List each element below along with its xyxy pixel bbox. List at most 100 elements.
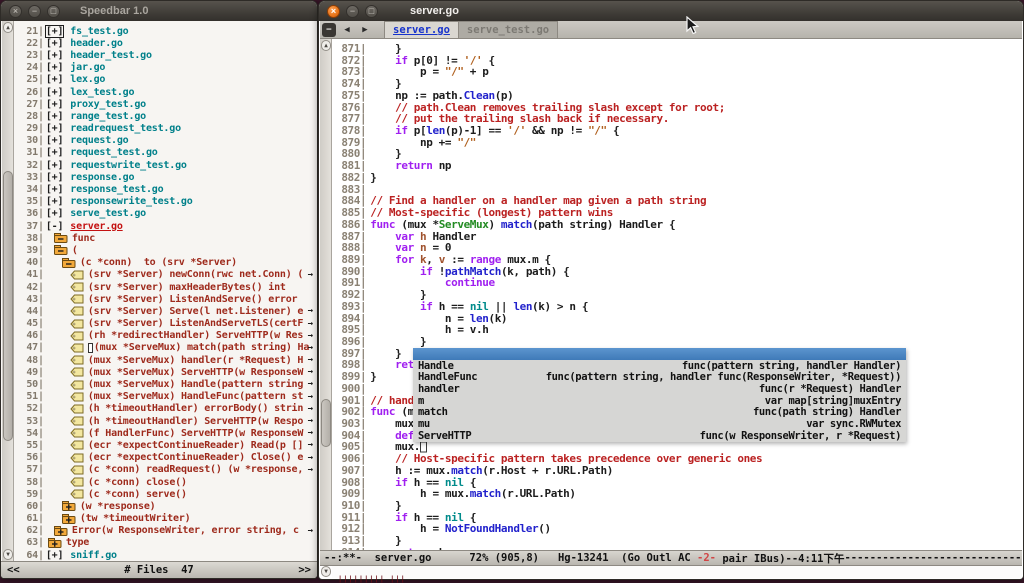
closed-folder-icon[interactable] [48,538,62,548]
speedbar-tag-label[interactable]: (h *timeoutHandler) errorBody() strin [88,403,303,414]
speedbar-row[interactable]: 38|func [16,232,314,244]
speedbar-row[interactable]: 55|(ecr *expectContinueReader) Read(p []… [16,439,314,451]
expand-icon[interactable]: [+] [46,550,66,561]
speedbar-file-label[interactable]: header_test.go [70,50,152,61]
speedbar-row[interactable]: 63|type [16,537,314,549]
expand-icon[interactable]: [+] [46,208,66,219]
speedbar-tag-label[interactable]: (mux *ServeMux) ServeHTTP(w ResponseW [88,367,303,378]
speedbar-row[interactable]: 45|(srv *Server) ListenAndServeTLS(certF… [16,318,314,330]
speedbar-row[interactable]: 56|(ecr *expectContinueReader) Close() e… [16,452,314,464]
code-line[interactable]: 873| p = "/" + p [333,66,1022,78]
open-folder-icon[interactable] [54,245,68,255]
speedbar-file-label[interactable]: fs_test.go [70,26,128,37]
speedbar-row[interactable]: 46|(rh *redirectHandler) ServeHTTP(w Res… [16,330,314,342]
speedbar-row[interactable]: 41|(srv *Server) newConn(rwc net.Conn) (… [16,269,314,281]
code-line[interactable]: 886|func (mux *ServeMux) match(path stri… [333,219,1022,231]
tag-icon[interactable] [70,282,84,292]
popup-candidate-row[interactable]: mvar map[string]muxEntry [413,395,906,407]
popup-candidate-row[interactable]: handlerfunc(r *Request) Handler [413,383,906,395]
code-line[interactable]: 889| for k, v := range mux.m { [333,254,1022,266]
speedbar-row[interactable]: 24|[+]jar.go [16,62,314,74]
code-line[interactable]: 907| h := mux.match(r.Host + r.URL.Path) [333,465,1022,477]
code-line[interactable]: 910| } [333,500,1022,512]
expand-icon[interactable]: [+] [46,50,66,61]
expand-icon[interactable]: [+] [46,38,66,49]
tab-scroll-right-icon[interactable]: ▶ [358,23,372,37]
speedbar-tag-label[interactable]: (srv *Server) maxHeaderBytes() int [88,282,286,293]
speedbar-row[interactable]: 40|(c *conn) to (srv *Server) [16,257,314,269]
speedbar-tag-label[interactable]: (c *conn) readRequest() (w *response, [88,464,303,475]
speedbar-row[interactable]: 53|(h *timeoutHandler) ServeHTTP(w Respo… [16,415,314,427]
tag-icon[interactable] [70,367,84,377]
speedbar-row[interactable]: 29|[+]readrequest_test.go [16,123,314,135]
speedbar-tag-label[interactable]: type [66,537,89,548]
scroll-down-icon[interactable]: ▼ [321,566,331,577]
speedbar-row[interactable]: 34|[+]response_test.go [16,183,314,195]
tag-icon[interactable] [70,380,84,390]
speedbar-row[interactable]: 47|(mux *ServeMux) match(path string) Ha… [16,342,314,354]
speedbar-row[interactable]: 54|(f HandlerFunc) ServeHTTP(w ResponseW… [16,427,314,439]
editor-titlebar[interactable]: × − □ server.go [319,1,1023,21]
speedbar-file-label[interactable]: requestwrite_test.go [70,160,186,171]
speedbar-row[interactable]: 52|(h *timeoutHandler) errorBody() strin… [16,403,314,415]
speedbar-row[interactable]: 32|[+]requestwrite_test.go [16,159,314,171]
tag-icon[interactable] [70,343,84,353]
scroll-up-icon[interactable]: ▲ [321,40,331,51]
expand-icon[interactable]: [+] [46,196,66,207]
tag-icon[interactable] [70,355,84,365]
tag-icon[interactable] [70,465,84,475]
close-icon[interactable]: × [9,5,22,18]
speedbar-row[interactable]: 49|(mux *ServeMux) ServeHTTP(w ResponseW… [16,366,314,378]
speedbar-file-label[interactable]: request.go [70,135,128,146]
speedbar-row[interactable]: 51|(mux *ServeMux) HandleFunc(pattern st… [16,391,314,403]
tag-icon[interactable] [70,489,84,499]
speedbar-row[interactable]: 28|[+]range_test.go [16,110,314,122]
popup-selected-row[interactable] [413,348,906,360]
expand-icon[interactable]: [+] [46,62,66,73]
speedbar-row[interactable]: 21|[+]fs_test.go [16,25,314,37]
code-line[interactable]: 912| h = NotFoundHandler() [333,523,1022,535]
speedbar-row[interactable]: 33|[+]response.go [16,171,314,183]
minimize-icon[interactable]: − [28,5,41,18]
speedbar-row[interactable]: 42|(srv *Server) maxHeaderBytes() int [16,281,314,293]
speedbar-file-label[interactable]: server.go [70,221,122,232]
expand-icon[interactable]: [+] [46,99,66,110]
speedbar-tag-label[interactable]: (mux *ServeMux) match(path string) Ha [94,342,309,353]
code-line[interactable]: 878| if p[len(p)-1] == '/' && np != "/" … [333,125,1022,137]
code-area[interactable]: ▲ 871| }872| if p[0] != '/' {873| p = "/… [320,39,1022,553]
speedbar-row[interactable]: 31|[+]request_test.go [16,147,314,159]
tag-icon[interactable] [70,306,84,316]
speedbar-file-label[interactable]: sniff.go [70,550,117,561]
tab-scroll-left-icon[interactable]: ◀ [340,23,354,37]
maximize-icon[interactable]: □ [47,5,60,18]
tab-serve-test-go[interactable]: serve_test.go [459,21,558,38]
speedbar-scroll-left[interactable]: << [7,564,20,576]
speedbar-tag-label[interactable]: ( [72,245,78,256]
speedbar-row[interactable]: 36|[+]serve_test.go [16,208,314,220]
speedbar-tag-label[interactable]: (mux *ServeMux) handler(r *Request) H [88,355,303,366]
popup-candidate-row[interactable]: matchfunc(path string) Handler [413,407,906,419]
tag-icon[interactable] [70,416,84,426]
expand-icon[interactable]: [+] [46,147,66,158]
speedbar-row[interactable]: 61|(tw *timeoutWriter) [16,513,314,525]
scroll-up-icon[interactable]: ▲ [3,22,13,33]
closed-folder-icon[interactable] [62,501,76,511]
code-line[interactable]: 881| return np [333,160,1022,172]
open-folder-icon[interactable] [62,258,76,268]
expand-icon[interactable]: [+] [46,74,66,85]
editor-scrollbar[interactable]: ▲ [320,39,332,553]
speedbar-file-label[interactable]: responsewrite_test.go [70,196,192,207]
code-line[interactable]: 895| h = v.h [333,324,1022,336]
speedbar-tag-label[interactable]: (c *conn) serve() [88,489,187,500]
speedbar-tag-label[interactable]: (mux *ServeMux) HandleFunc(pattern st [88,391,303,402]
speedbar-tag-label[interactable]: Error(w ResponseWriter, error string, c [72,525,299,536]
speedbar-tag-label[interactable]: (tw *timeoutWriter) [80,513,191,524]
tag-icon[interactable] [70,270,84,280]
expand-icon[interactable]: [+] [46,26,66,37]
speedbar-tag-label[interactable]: (mux *ServeMux) Handle(pattern string [88,379,303,390]
speedbar-tag-label[interactable]: (srv *Server) newConn(rwc net.Conn) ( [88,269,303,280]
tag-icon[interactable] [70,392,84,402]
speedbar-row[interactable]: 30|[+]request.go [16,135,314,147]
expand-icon[interactable]: [+] [46,160,66,171]
speedbar-file-label[interactable]: serve_test.go [70,208,146,219]
